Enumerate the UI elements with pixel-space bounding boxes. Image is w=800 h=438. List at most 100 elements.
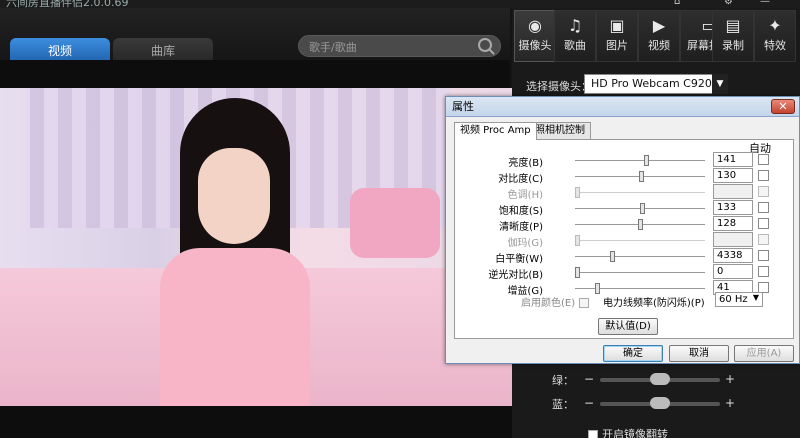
property-slider[interactable] xyxy=(575,267,705,278)
enable-color-checkbox[interactable] xyxy=(579,298,590,308)
enable-color-option[interactable]: 启用颜色(E) xyxy=(521,294,590,309)
close-icon[interactable]: ✕ xyxy=(771,99,795,114)
app-window: 六间房直播伴侣2.0.0.69 ⌂ ⚙ — 视频 曲库 歌手/歌曲 ◉ 摄像头 … xyxy=(0,0,800,438)
search-input[interactable]: 歌手/歌曲 xyxy=(309,39,357,55)
properties-dialog: 属性 ✕ 视频 Proc Amp 照相机控制 自动 亮度(B) 141 对比度(C)… xyxy=(445,96,800,364)
sparkle-icon: ✦ xyxy=(768,16,782,35)
property-slider-thumb[interactable] xyxy=(637,219,643,230)
person-face xyxy=(198,148,270,244)
property-auto-checkbox[interactable] xyxy=(758,266,769,277)
home-icon[interactable]: ⌂ xyxy=(674,0,680,7)
chevron-down-icon[interactable]: ▼ xyxy=(712,74,728,94)
mirror-label: 开启镜像翻转 xyxy=(602,428,668,438)
green-slider-thumb[interactable] xyxy=(650,373,670,385)
chevron-down-icon[interactable]: ▼ xyxy=(753,293,759,302)
property-slider-thumb xyxy=(575,187,580,198)
tab-camera-control[interactable]: 照相机控制 xyxy=(529,122,591,139)
toolbar-label: 视频 xyxy=(648,39,670,52)
camera-select[interactable]: HD Pro Webcam C920 ▼ xyxy=(584,74,728,94)
mirror-option[interactable]: 开启镜像翻转 xyxy=(588,426,668,438)
property-slider[interactable] xyxy=(575,251,705,262)
property-value-field[interactable]: 130 xyxy=(713,168,753,183)
property-value-field[interactable]: 133 xyxy=(713,200,753,215)
camera-select-value: HD Pro Webcam C920 xyxy=(591,77,712,90)
toolbar-label: 摄像头 xyxy=(518,39,552,52)
property-slider-thumb[interactable] xyxy=(638,171,644,182)
video-preview xyxy=(0,88,512,406)
property-slider[interactable] xyxy=(575,171,705,182)
property-value-field xyxy=(713,184,753,199)
property-slider-thumb[interactable] xyxy=(610,251,615,262)
green-decrease-button[interactable]: − xyxy=(584,372,594,386)
ok-button[interactable]: 确定 xyxy=(603,345,663,362)
property-label: 色调(H) xyxy=(507,190,543,201)
green-label: 绿： xyxy=(552,374,574,387)
dialog-title: 属性 xyxy=(446,97,799,117)
property-label: 伽玛(G) xyxy=(507,238,543,249)
blue-label: 蓝： xyxy=(552,398,574,411)
blue-slider[interactable] xyxy=(600,397,720,409)
toolbar-label: 图片 xyxy=(606,39,628,52)
property-auto-checkbox[interactable] xyxy=(758,170,769,181)
person-dress xyxy=(160,248,310,406)
toolbar-picture-button[interactable]: ▣ 图片 xyxy=(596,10,638,62)
property-value-field xyxy=(713,232,753,247)
toolbar-label: 特效 xyxy=(764,39,786,52)
green-slider[interactable] xyxy=(600,373,720,385)
cancel-button[interactable]: 取消 xyxy=(669,345,729,362)
blue-slider-thumb[interactable] xyxy=(650,397,670,409)
property-slider[interactable] xyxy=(575,219,705,230)
property-slider xyxy=(575,187,705,198)
toolbar-video-button[interactable]: ▶ 视频 xyxy=(638,10,680,62)
proc-amp-panel: 自动 亮度(B) 141 对比度(C) 130 色调(H) 饱和度(S) 133 清晰度(P)… xyxy=(454,139,794,339)
blue-increase-button[interactable]: + xyxy=(725,396,735,410)
toolbar-label: 歌曲 xyxy=(564,39,586,52)
toolbar-camera-button[interactable]: ◉ 摄像头 xyxy=(514,10,556,62)
tab-proc-amp[interactable]: 视频 Proc Amp xyxy=(454,122,537,140)
property-label: 清晰度(P) xyxy=(499,222,543,233)
background-pillow xyxy=(350,188,440,258)
minimize-icon[interactable]: — xyxy=(760,0,770,7)
search-box[interactable]: 歌手/歌曲 xyxy=(298,35,501,57)
property-value-field[interactable]: 128 xyxy=(713,216,753,231)
property-auto-checkbox[interactable] xyxy=(758,154,769,165)
music-note-icon: ♫ xyxy=(567,16,583,35)
settings-icon[interactable]: ⚙ xyxy=(724,0,733,7)
property-label: 逆光对比(B) xyxy=(488,270,543,281)
picture-icon: ▣ xyxy=(609,16,625,35)
blue-decrease-button[interactable]: − xyxy=(584,396,594,410)
property-auto-checkbox[interactable] xyxy=(758,250,769,261)
property-slider-thumb[interactable] xyxy=(575,267,580,278)
toolbar-record-button[interactable]: ▤ 录制 xyxy=(712,10,754,62)
green-increase-button[interactable]: + xyxy=(725,372,735,386)
property-slider-thumb[interactable] xyxy=(595,283,600,294)
toolbar-music-button[interactable]: ♫ 歌曲 xyxy=(554,10,596,62)
property-auto-checkbox[interactable] xyxy=(758,202,769,213)
property-slider[interactable] xyxy=(575,203,705,214)
property-slider-thumb[interactable] xyxy=(643,155,649,166)
video-icon: ▶ xyxy=(652,16,666,35)
property-label: 白平衡(W) xyxy=(495,254,543,265)
property-value-field[interactable]: 4338 xyxy=(713,248,753,263)
bottom-strip xyxy=(0,406,512,438)
default-button[interactable]: 默认值(D) xyxy=(598,318,658,335)
property-value-field[interactable]: 0 xyxy=(713,264,753,279)
powerline-frequency-value: 60 Hz xyxy=(719,294,748,305)
property-value-field[interactable]: 141 xyxy=(713,152,753,167)
mirror-checkbox[interactable] xyxy=(588,430,598,438)
powerline-frequency-select[interactable]: 60 Hz ▼ xyxy=(715,292,763,307)
property-slider-thumb[interactable] xyxy=(640,203,645,214)
apply-button[interactable]: 应用(A) xyxy=(734,345,794,362)
property-auto-checkbox[interactable] xyxy=(758,218,769,229)
search-icon[interactable] xyxy=(478,38,492,52)
camera-icon: ◉ xyxy=(528,16,542,35)
property-label: 对比度(C) xyxy=(498,174,543,185)
property-slider[interactable] xyxy=(575,155,705,166)
property-slider xyxy=(575,235,705,246)
powerline-frequency-label: 电力线频率(防闪烁)(P) xyxy=(603,298,705,309)
property-label: 亮度(B) xyxy=(508,158,543,169)
top-bar: 视频 曲库 歌手/歌曲 xyxy=(0,8,510,64)
property-slider[interactable] xyxy=(575,283,705,294)
toolbar-effects-button[interactable]: ✦ 特效 xyxy=(754,10,796,62)
enable-color-label: 启用颜色(E) xyxy=(521,298,576,309)
